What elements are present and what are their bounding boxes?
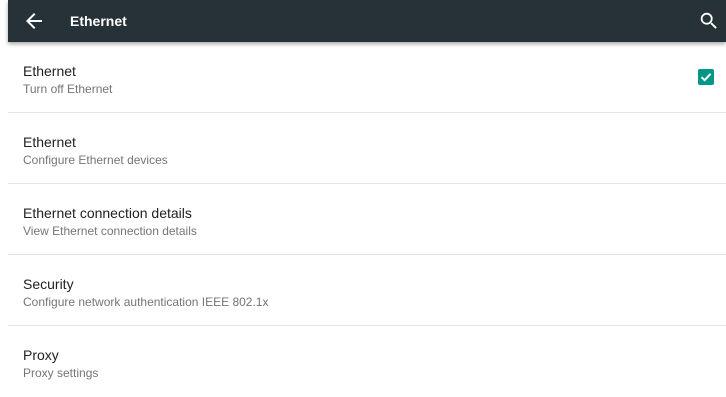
back-arrow-icon[interactable] [22,9,46,33]
item-summary: Configure network authentication IEEE 80… [23,295,269,309]
item-title: Security [23,276,74,292]
settings-list: Ethernet Turn off Ethernet Ethernet Conf… [8,42,726,397]
item-summary: Configure Ethernet devices [23,153,168,167]
item-title: Proxy [23,347,59,363]
item-title: Ethernet connection details [23,205,192,221]
item-title: Ethernet [23,63,76,79]
proxy-item[interactable]: Proxy Proxy settings [8,326,726,397]
check-icon [700,73,712,82]
app-bar: Ethernet [8,0,726,42]
search-icon[interactable] [698,10,720,32]
item-summary: Proxy settings [23,366,99,380]
ethernet-checkbox[interactable] [698,69,714,85]
page-title: Ethernet [70,13,127,29]
security-item[interactable]: Security Configure network authenticatio… [8,255,726,326]
item-summary: View Ethernet connection details [23,224,197,238]
ethernet-configure-item[interactable]: Ethernet Configure Ethernet devices [8,113,726,184]
item-summary: Turn off Ethernet [23,82,113,96]
ethernet-connection-details-item[interactable]: Ethernet connection details View Etherne… [8,184,726,255]
item-title: Ethernet [23,134,76,150]
ethernet-toggle-item[interactable]: Ethernet Turn off Ethernet [8,42,726,113]
